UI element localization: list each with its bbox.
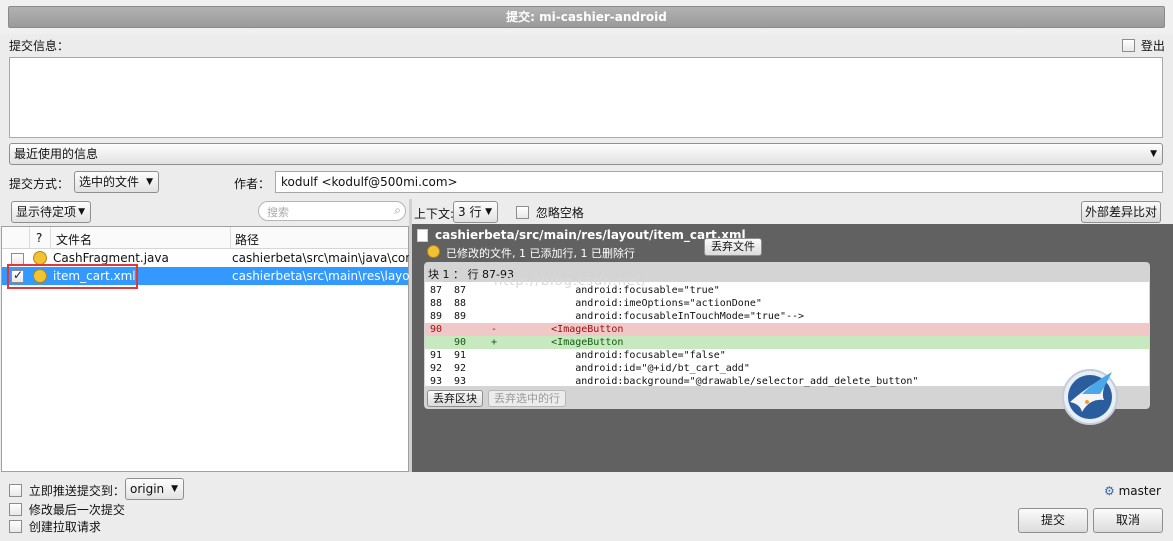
modified-icon bbox=[427, 245, 440, 258]
diff-line[interactable]: 90 - <ImageButton bbox=[425, 323, 1149, 336]
diff-old-line-number: 87 bbox=[430, 285, 443, 296]
title-bar: 提交: mi-cashier-android bbox=[0, 0, 1173, 34]
push-immediately-toggle[interactable]: 立即推送提交到： bbox=[9, 482, 125, 499]
context-lines-dropdown[interactable]: 3 行 ▼ bbox=[453, 201, 498, 223]
diff-old-line-number: 88 bbox=[430, 298, 443, 309]
author-label: 作者： bbox=[234, 177, 271, 191]
diff-line-text: android:id="@+id/bt_cart_add" bbox=[503, 363, 750, 374]
commit-button[interactable]: 提交 bbox=[1018, 508, 1088, 533]
diff-line-text: <ImageButton bbox=[503, 324, 624, 335]
watermark: http://blog.csdn.net/ bbox=[494, 274, 648, 289]
diff-file-path: cashierbeta/src/main/res/layout/item_car… bbox=[435, 228, 746, 242]
diff-old-line-number: 89 bbox=[430, 311, 443, 322]
chevron-down-icon: ▼ bbox=[1150, 149, 1157, 159]
file-search-input[interactable]: 搜索 ⌕ bbox=[258, 201, 406, 221]
diff-line[interactable]: 90 + <ImageButton bbox=[425, 336, 1149, 349]
diff-new-line-number: 91 bbox=[454, 350, 467, 361]
recent-messages-value: 最近使用的信息 bbox=[14, 147, 99, 161]
push-remote-dropdown[interactable]: origin ▼ bbox=[125, 478, 184, 500]
diff-line[interactable]: 92 92 android:id="@+id/bt_cart_add" bbox=[425, 362, 1149, 375]
chevron-down-icon: ▼ bbox=[485, 207, 492, 217]
modified-icon bbox=[33, 251, 47, 265]
diff-old-line-number: 90 bbox=[430, 324, 443, 335]
diff-line[interactable]: 89 89 android:focusableInTouchMode="true"… bbox=[425, 310, 1149, 323]
highlight-box bbox=[7, 264, 138, 289]
col-filename-header[interactable]: 文件名 bbox=[56, 231, 92, 248]
context-label: 上下文: bbox=[414, 207, 455, 221]
file-filter-dropdown[interactable]: 显示待定项 ▼ bbox=[11, 201, 91, 223]
chevron-down-icon: ▼ bbox=[171, 484, 178, 494]
create-pr-label: 创建拉取请求 bbox=[28, 520, 101, 534]
diff-new-line-number: 87 bbox=[454, 285, 467, 296]
logout-checkbox[interactable] bbox=[1122, 39, 1135, 52]
file-filter-value: 显示待定项 bbox=[16, 205, 77, 219]
file-name: CashFragment.java bbox=[53, 251, 169, 265]
file-icon bbox=[417, 229, 428, 242]
col-path-header[interactable]: 路径 bbox=[235, 231, 259, 248]
chevron-down-icon: ▼ bbox=[146, 177, 153, 187]
push-immediately-label: 立即推送提交到： bbox=[28, 484, 125, 498]
amend-label: 修改最后一次提交 bbox=[28, 503, 125, 517]
diff-code: 87 87 android:focusable="true" 88 88 androi… bbox=[425, 282, 1149, 388]
diff-new-line-number: 92 bbox=[454, 363, 467, 374]
author-input[interactable]: kodulf <kodulf@500mi.com> bbox=[275, 171, 1163, 193]
commit-message-input[interactable] bbox=[9, 57, 1163, 138]
diff-line-text: android:imeOptions="actionDone" bbox=[503, 298, 762, 309]
amend-checkbox[interactable] bbox=[9, 503, 22, 516]
file-list-header: ? 文件名 路径 bbox=[2, 227, 408, 249]
push-remote-value: origin bbox=[130, 482, 165, 496]
diff-sign: - bbox=[491, 324, 498, 335]
create-pr-toggle[interactable]: 创建拉取请求 bbox=[9, 518, 101, 535]
diff-new-line-number: 88 bbox=[454, 298, 467, 309]
diff-line[interactable]: 88 88 android:imeOptions="actionDone" bbox=[425, 297, 1149, 310]
diff-line-text: android:focusableInTouchMode="true"--> bbox=[503, 311, 805, 322]
discard-hunk-button[interactable]: 丢弃区块 bbox=[427, 390, 483, 407]
push-immediately-checkbox[interactable] bbox=[9, 484, 22, 497]
diff-new-line-number: 89 bbox=[454, 311, 467, 322]
cancel-button[interactable]: 取消 bbox=[1093, 508, 1163, 533]
recent-messages-dropdown[interactable]: 最近使用的信息 ▼ bbox=[9, 143, 1163, 165]
diff-sign: + bbox=[491, 337, 498, 348]
bird-logo-icon bbox=[1060, 364, 1122, 426]
external-diff-button[interactable]: 外部差异比对 bbox=[1081, 201, 1161, 223]
file-list-pane: ? 文件名 路径 CashFragment.java cashierbeta\s… bbox=[1, 226, 413, 472]
logout-toggle[interactable]: 登出 bbox=[1122, 37, 1165, 54]
file-path: cashierbeta\src\main\res\layo bbox=[232, 269, 410, 283]
diff-old-line-number: 91 bbox=[430, 350, 443, 361]
ignore-whitespace-label: 忽略空格 bbox=[535, 206, 584, 220]
branch-indicator: ⚙ master bbox=[1104, 484, 1161, 498]
ignore-whitespace-checkbox[interactable] bbox=[516, 206, 529, 219]
col-status-header: ? bbox=[36, 231, 43, 245]
diff-line[interactable]: 93 93 android:background="@drawable/selec… bbox=[425, 375, 1149, 388]
diff-line[interactable]: 91 91 android:focusable="false" bbox=[425, 349, 1149, 362]
context-lines-value: 3 行 bbox=[458, 205, 482, 219]
discard-selected-lines-button[interactable]: 丢弃选中的行 bbox=[488, 390, 566, 407]
diff-old-line-number: 92 bbox=[430, 363, 443, 374]
diff-hunk: 块 1 ： 行 87-93 87 87 android:focusable="tr… bbox=[424, 262, 1150, 409]
logout-label: 登出 bbox=[1140, 39, 1165, 53]
diff-line-text: android:background="@drawable/selector_a… bbox=[503, 376, 919, 387]
search-icon: ⌕ bbox=[394, 203, 401, 217]
branch-name: master bbox=[1118, 484, 1161, 498]
diff-old-line-number: 93 bbox=[430, 376, 443, 387]
discard-file-button[interactable]: 丢弃文件 bbox=[704, 238, 762, 256]
window-title: 提交: mi-cashier-android bbox=[8, 6, 1165, 28]
branch-icon: ⚙ bbox=[1104, 484, 1115, 498]
commit-mode-dropdown[interactable]: 选中的文件 ▼ bbox=[74, 171, 159, 193]
chevron-down-icon: ▼ bbox=[78, 207, 85, 217]
diff-pane: cashierbeta/src/main/res/layout/item_car… bbox=[412, 224, 1173, 472]
diff-file-status: 已修改的文件, 1 已添加行, 1 已删除行 bbox=[446, 247, 635, 260]
diff-new-line-number: 90 bbox=[454, 337, 467, 348]
amend-toggle[interactable]: 修改最后一次提交 bbox=[9, 501, 125, 518]
search-placeholder: 搜索 bbox=[267, 206, 289, 219]
commit-mode-value: 选中的文件 bbox=[79, 175, 140, 189]
commit-mode-label: 提交方式： bbox=[9, 177, 70, 191]
diff-line-text: <ImageButton bbox=[503, 337, 624, 348]
ignore-whitespace-toggle[interactable]: 忽略空格 bbox=[516, 204, 584, 221]
file-path: cashierbeta\src\main\java\con bbox=[232, 251, 413, 265]
commit-message-label: 提交信息： bbox=[9, 39, 70, 53]
diff-new-line-number: 93 bbox=[454, 376, 467, 387]
diff-line-text: android:focusable="false" bbox=[503, 350, 726, 361]
create-pr-checkbox[interactable] bbox=[9, 520, 22, 533]
